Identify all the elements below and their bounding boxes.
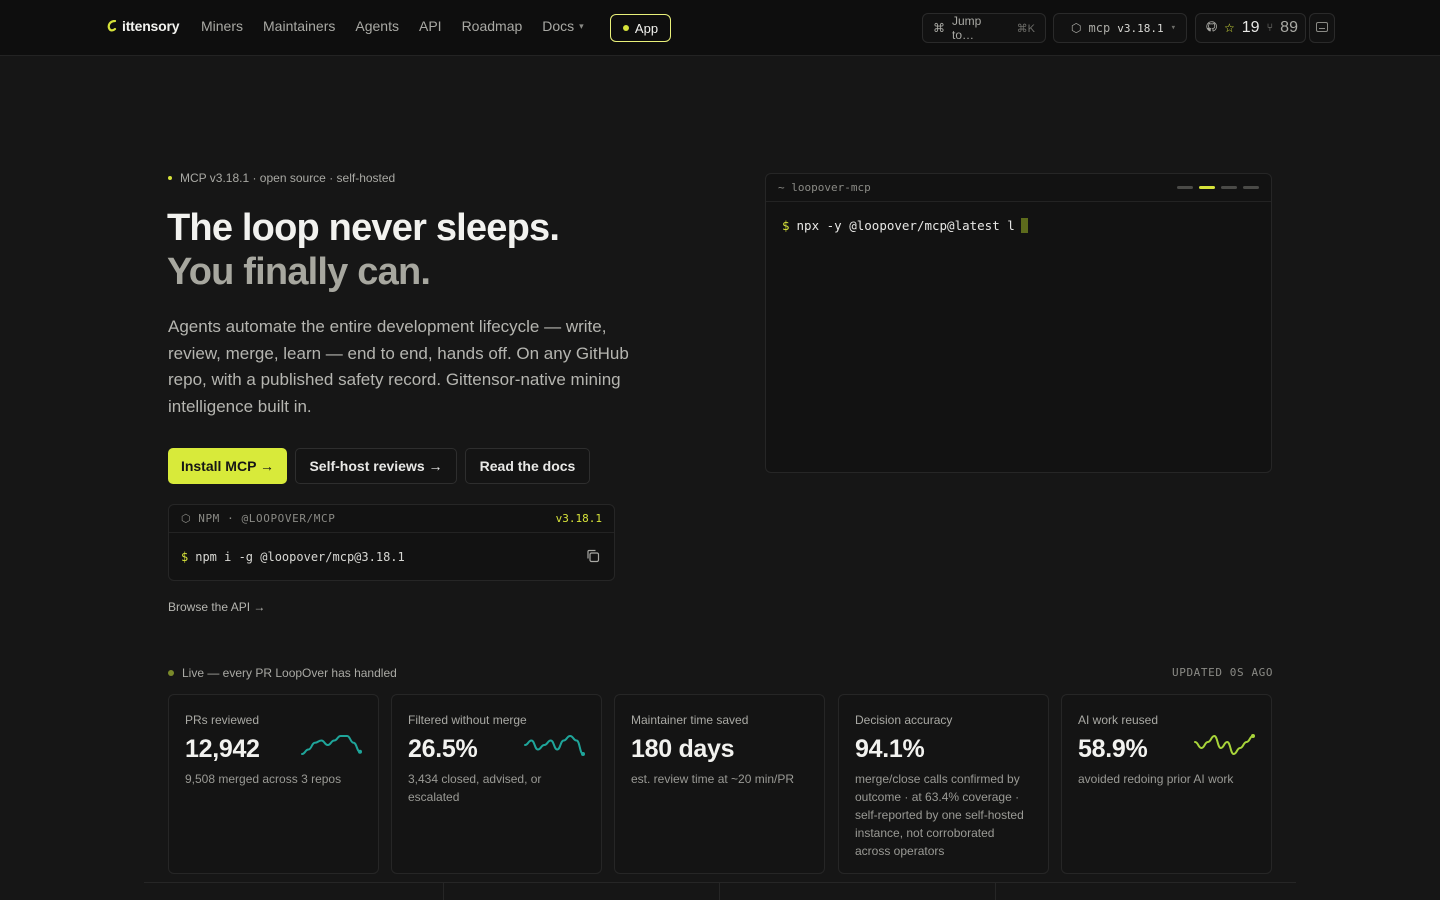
terminal-icon <box>1316 21 1328 35</box>
jump-shortcut: ⌘K <box>1016 22 1035 35</box>
section-divider-tick <box>719 882 720 900</box>
fork-count: 89 <box>1280 19 1298 36</box>
sparkline-end-point <box>358 749 362 754</box>
npm-command[interactable]: npm i -g @loopover/mcp@3.18.1 <box>195 550 405 564</box>
terminal-tab[interactable] <box>1177 186 1193 189</box>
nav-agents[interactable]: Agents <box>355 18 399 34</box>
npm-card-header: ⬡ NPM · @LOOPOVER/MCP v3.18.1 <box>169 505 614 533</box>
github-icon <box>1206 21 1217 35</box>
stat-value: 94.1% <box>855 735 925 763</box>
hero-title: The loop never sleeps. <box>167 207 560 249</box>
version-selector[interactable]: ⬡ mcp v3.18.1 ▾ <box>1053 13 1187 43</box>
nav-roadmap[interactable]: Roadmap <box>462 18 523 34</box>
self-host-reviews-button[interactable]: Self-host reviews → <box>295 448 457 484</box>
stat-subtext: 3,434 closed, advised, or escalated <box>408 772 542 804</box>
terminal-title: ~ loopover-mcp <box>778 181 871 194</box>
sparkline-chart <box>524 734 585 756</box>
chevron-down-icon: ▾ <box>579 20 584 31</box>
shell-prompt: $ <box>181 550 189 564</box>
install-mcp-button[interactable]: Install MCP → <box>168 448 287 484</box>
stat-label: Decision accuracy <box>855 713 953 727</box>
app-button-label: App <box>634 20 659 36</box>
terminal-toggle-button[interactable] <box>1309 13 1335 43</box>
sparkline-path <box>524 734 584 755</box>
star-count: 19 <box>1241 19 1260 36</box>
npm-package-label: NPM · @LOOPOVER/MCP <box>198 512 336 525</box>
terminal-tabs <box>1177 186 1259 189</box>
brand-icon <box>107 20 117 32</box>
section-divider-tick <box>995 882 996 900</box>
stat-subtext: merge/close calls confirmed by outcome ·… <box>855 772 1024 858</box>
stat-label: PRs reviewed <box>185 713 260 727</box>
browse-api-link[interactable]: Browse the API → <box>168 600 265 614</box>
sparkline-end-point <box>1251 734 1255 738</box>
sparkline-path <box>301 735 361 755</box>
stat-subtext: avoided redoing prior AI work <box>1078 772 1234 786</box>
npm-command-row: $ npm i -g @loopover/mcp@3.18.1 <box>169 533 614 581</box>
version-prefix: mcp <box>1088 21 1111 35</box>
read-docs-button[interactable]: Read the docs <box>465 448 590 484</box>
package-icon: ⬡ <box>181 512 192 525</box>
nav-docs-label: Docs <box>542 18 575 34</box>
brand-logo[interactable]: ittensory <box>107 18 180 34</box>
section-divider-tick <box>443 882 444 900</box>
nav-api[interactable]: API <box>419 18 442 34</box>
status-dot-icon <box>622 25 629 31</box>
github-stats[interactable]: ☆ 19 ⑂ 89 <box>1195 13 1306 43</box>
nav-maintainers[interactable]: Maintainers <box>263 18 335 34</box>
terminal-cursor <box>1020 218 1028 233</box>
stat-card-filtered: Filtered without merge 26.5% 3,434 close… <box>391 694 602 874</box>
version-number: v3.18.1 <box>1117 21 1164 35</box>
terminal-tab-active[interactable] <box>1199 186 1215 189</box>
npm-install-card: ⬡ NPM · @LOOPOVER/MCP v3.18.1 $ npm i -g… <box>168 504 615 581</box>
bullet-dot-icon <box>168 176 172 180</box>
live-dot-icon <box>168 670 174 676</box>
main-nav: Miners Maintainers Agents API Roadmap Do… <box>201 18 604 34</box>
terminal-window: ~ loopover-mcp $ npx -y @loopover/mcp@la… <box>765 173 1272 473</box>
stat-label: Maintainer time saved <box>631 713 749 727</box>
live-label: Live — every PR LoopOver has handled <box>182 666 397 680</box>
stat-value: 180 days <box>631 735 735 763</box>
top-navbar: ittensory Miners Maintainers Agents API … <box>0 0 1440 56</box>
star-icon: ☆ <box>1224 21 1235 35</box>
section-divider <box>144 882 1296 883</box>
package-icon: ⬡ <box>1071 21 1082 35</box>
stat-card-decision-accuracy: Decision accuracy 94.1% merge/close call… <box>838 694 1049 874</box>
hero-description: Agents automate the entire development l… <box>168 317 629 416</box>
stat-card-prs-reviewed: PRs reviewed 12,942 9,508 merged across … <box>168 694 379 874</box>
stat-subtext: 9,508 merged across 3 repos <box>185 772 342 786</box>
sparkline-end-point <box>581 752 585 756</box>
sparkline-chart <box>301 735 362 755</box>
app-button[interactable]: App <box>610 14 671 42</box>
stat-card-ai-work-reused: AI work reused 58.9% avoided redoing pri… <box>1061 694 1272 874</box>
nav-docs-dropdown[interactable]: Docs ▾ <box>542 18 583 34</box>
stat-card-time-saved: Maintainer time saved 180 days est. revi… <box>614 694 825 874</box>
terminal-header: ~ loopover-mcp <box>766 174 1271 202</box>
shell-prompt: $ <box>782 218 790 233</box>
command-icon: ⌘ <box>933 21 945 35</box>
fork-icon: ⑂ <box>1266 22 1274 34</box>
updated-timestamp: UPDATED 0S AGO <box>1172 666 1274 679</box>
stat-subtext: est. review time at ~20 min/PR <box>631 772 795 786</box>
brand-name: ittensory <box>122 18 180 34</box>
terminal-command: npx -y @loopover/mcp@latest l <box>796 218 1015 233</box>
terminal-tab[interactable] <box>1221 186 1237 189</box>
terminal-command-line: $ npx -y @loopover/mcp@latest l <box>782 218 1028 233</box>
hero-eyebrow: MCP v3.18.1 · open source · self-hosted <box>168 171 395 185</box>
terminal-tab[interactable] <box>1243 186 1259 189</box>
hero-subtitle: You finally can. <box>167 251 431 293</box>
eyebrow-text: MCP v3.18.1 · open source · self-hosted <box>180 171 396 185</box>
jump-to-label: Jump to… <box>952 14 982 42</box>
sparkline-path <box>1194 734 1254 756</box>
nav-miners[interactable]: Miners <box>201 18 243 34</box>
live-indicator: Live — every PR LoopOver has handled <box>168 666 397 680</box>
chevron-down-icon: ▾ <box>1170 23 1176 33</box>
copy-icon[interactable] <box>586 549 602 565</box>
sparkline-chart <box>1194 734 1255 756</box>
jump-to-search[interactable]: ⌘ Jump to… ⌘K <box>922 13 1046 43</box>
npm-version: v3.18.1 <box>555 512 602 525</box>
stat-label: Filtered without merge <box>408 713 527 727</box>
stat-label: AI work reused <box>1078 713 1159 727</box>
